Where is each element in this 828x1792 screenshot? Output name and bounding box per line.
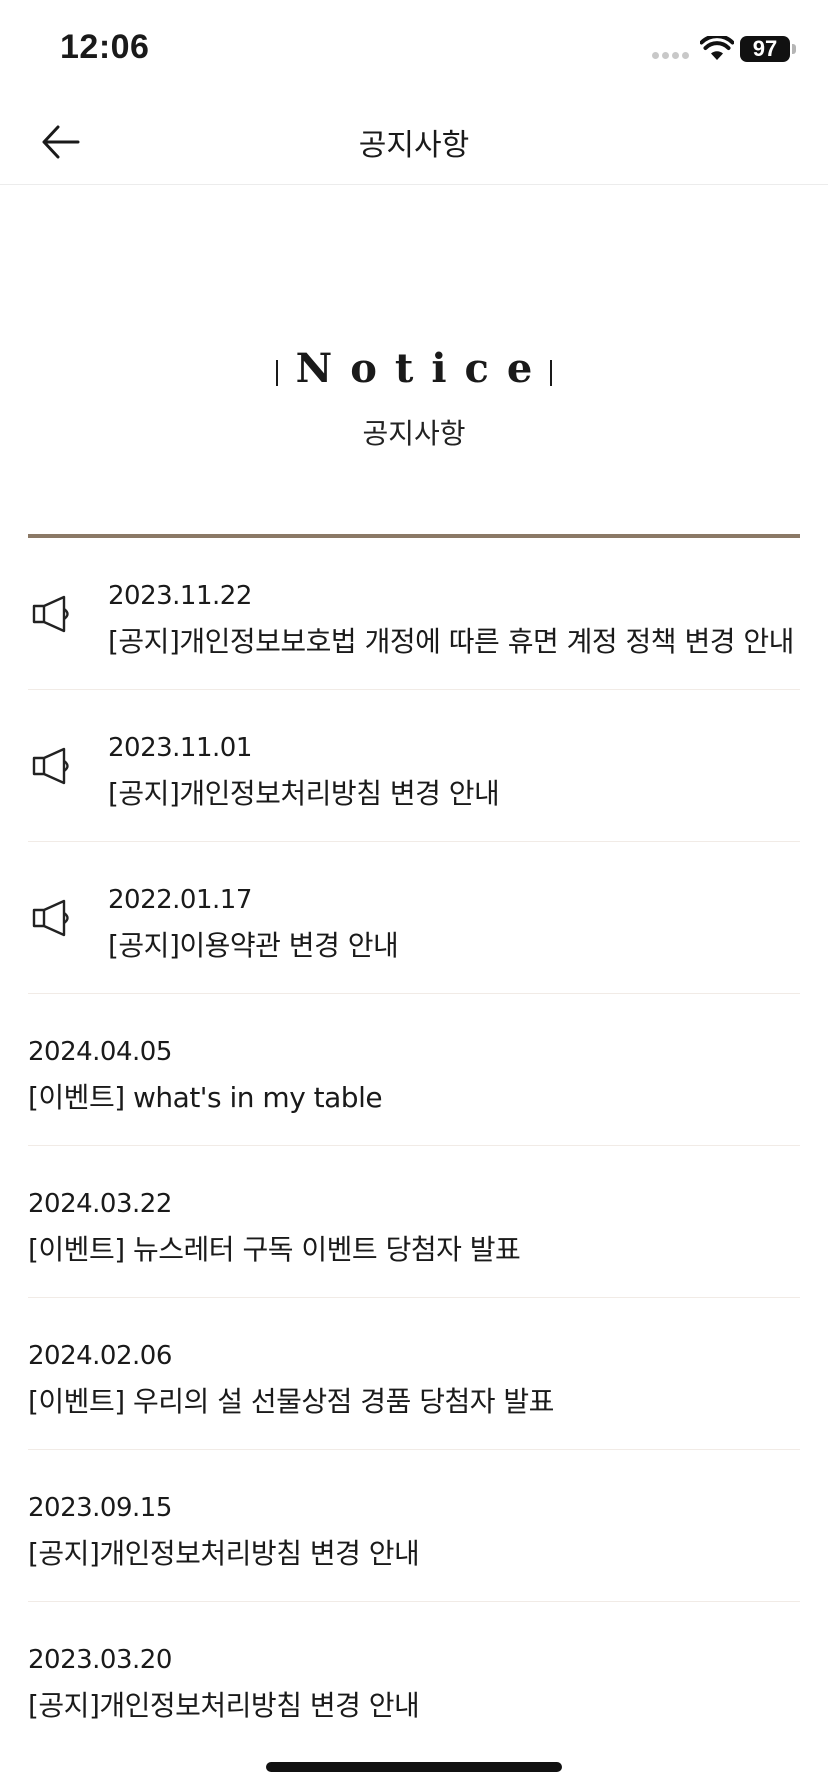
notice-header: Notice 공지사항	[0, 340, 828, 452]
notice-item[interactable]: 2023.11.01 [공지]개인정보처리방침 변경 안내	[28, 690, 800, 842]
notice-title: [이벤트] 우리의 설 선물상점 경품 당첨자 발표	[28, 1385, 554, 1418]
heading-bar-right	[550, 360, 552, 386]
notice-text: 2022.01.17 [공지]이용약관 변경 안내	[108, 882, 399, 964]
notice-text: 2024.03.22 [이벤트] 뉴스레터 구독 이벤트 당첨자 발표	[28, 1186, 521, 1268]
notice-text: 2024.02.06 [이벤트] 우리의 설 선물상점 경품 당첨자 발표	[28, 1338, 554, 1420]
notice-date: 2023.11.01	[108, 733, 252, 763]
page-title: 공지사항	[358, 128, 470, 163]
heading-bar-left	[276, 360, 278, 386]
notice-date: 2024.03.22	[28, 1189, 172, 1219]
nav-bar: 공지사항	[0, 98, 828, 185]
notice-item[interactable]: 2024.02.06 [이벤트] 우리의 설 선물상점 경품 당첨자 발표	[28, 1298, 800, 1450]
notice-item[interactable]: 2024.04.05 [이벤트] what's in my table	[28, 994, 800, 1146]
notice-title: [이벤트] what's in my table	[28, 1081, 383, 1114]
notice-date: 2022.01.17	[108, 885, 252, 915]
notice-item[interactable]: 2022.01.17 [공지]이용약관 변경 안내	[28, 842, 800, 994]
notice-item[interactable]: 2024.03.22 [이벤트] 뉴스레터 구독 이벤트 당첨자 발표	[28, 1146, 800, 1298]
notice-date: 2023.03.20	[28, 1645, 172, 1675]
notice-text: 2023.11.22 [공지]개인정보보호법 개정에 따른 휴면 계정 정책 변…	[108, 578, 794, 660]
status-time: 12:06	[60, 28, 150, 66]
notice-text: 2023.03.20 [공지]개인정보처리방침 변경 안내	[28, 1642, 420, 1724]
notice-title: [공지]개인정보처리방침 변경 안내	[28, 1537, 420, 1570]
heading-korean: 공지사항	[362, 417, 466, 450]
notice-date: 2024.04.05	[28, 1037, 172, 1067]
notice-text: 2023.09.15 [공지]개인정보처리방침 변경 안내	[28, 1490, 420, 1572]
megaphone-icon	[32, 899, 69, 937]
wifi-icon	[700, 36, 734, 60]
battery-cap	[792, 44, 796, 54]
notice-title: [이벤트] 뉴스레터 구독 이벤트 당첨자 발표	[28, 1233, 521, 1266]
notice-title: [공지]개인정보처리방침 변경 안내	[108, 777, 500, 810]
notice-item[interactable]: 2023.03.20 [공지]개인정보처리방침 변경 안내	[28, 1602, 800, 1753]
notice-title: [공지]이용약관 변경 안내	[108, 929, 399, 962]
notice-date: 2024.02.06	[28, 1341, 172, 1371]
notice-title: [공지]개인정보보호법 개정에 따른 휴면 계정 정책 변경 안내	[108, 625, 794, 658]
megaphone-icon	[32, 747, 69, 785]
status-bar: 12:06 97	[0, 0, 828, 98]
notice-date: 2023.09.15	[28, 1493, 172, 1523]
megaphone-icon	[32, 595, 69, 633]
notice-text: 2023.11.01 [공지]개인정보처리방침 변경 안내	[108, 730, 500, 812]
notice-date: 2023.11.22	[108, 581, 252, 611]
notice-title: [공지]개인정보처리방침 변경 안내	[28, 1689, 420, 1722]
notice-item[interactable]: 2023.09.15 [공지]개인정보처리방침 변경 안내	[28, 1450, 800, 1602]
cellular-signal-icon	[652, 52, 692, 62]
heading-english: Notice	[295, 345, 551, 392]
notice-list: 2023.11.22 [공지]개인정보보호법 개정에 따른 휴면 계정 정책 변…	[28, 538, 800, 1753]
home-indicator	[266, 1762, 562, 1772]
notice-text: 2024.04.05 [이벤트] what's in my table	[28, 1034, 383, 1116]
battery-icon: 97	[740, 36, 790, 62]
notice-item[interactable]: 2023.11.22 [공지]개인정보보호법 개정에 따른 휴면 계정 정책 변…	[28, 538, 800, 690]
